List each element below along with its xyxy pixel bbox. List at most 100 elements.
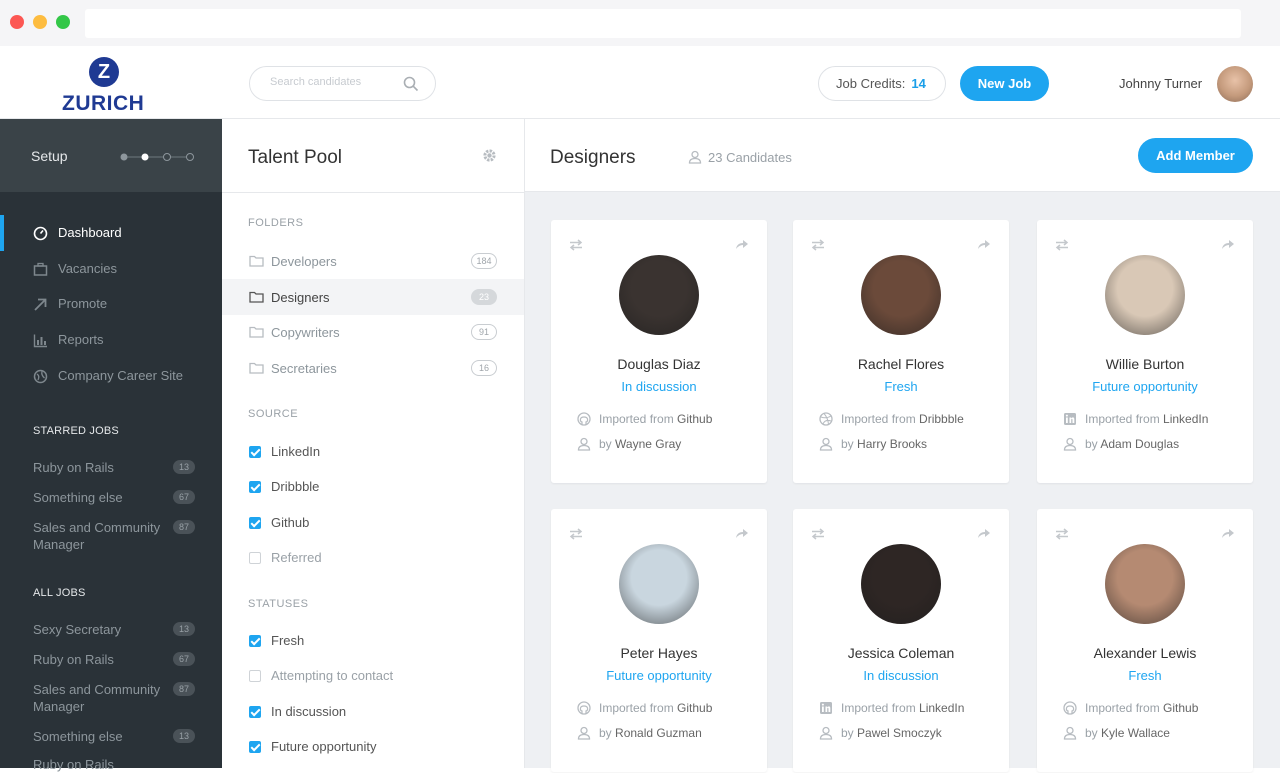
status-filter-in-discussion[interactable]: In discussion (222, 697, 524, 727)
folder-item[interactable]: Developers 184 (222, 243, 524, 279)
candidate-card[interactable]: Alexander Lewis Fresh Imported from Github… (1037, 509, 1253, 772)
github-icon (577, 701, 591, 715)
github-icon (577, 412, 591, 426)
by-prefix: by (599, 726, 612, 740)
swap-icon[interactable] (569, 528, 583, 540)
job-credits[interactable]: Job Credits: 14 (818, 66, 946, 101)
job-label: Something else (33, 490, 123, 505)
by-prefix: by (1085, 726, 1098, 740)
candidate-card[interactable]: Douglas Diaz In discussion Imported from G… (551, 220, 767, 483)
checkbox[interactable] (249, 635, 261, 647)
swap-icon[interactable] (811, 528, 825, 540)
swap-icon[interactable] (1055, 528, 1069, 540)
close-window-button[interactable] (10, 15, 24, 29)
candidate-name[interactable]: Douglas Diaz (551, 356, 767, 372)
job-credits-value: 14 (911, 76, 926, 91)
minimize-window-button[interactable] (33, 15, 47, 29)
referrer-name: Kyle Wallace (1101, 726, 1170, 740)
candidate-card[interactable]: Willie Burton Future opportunity Imported … (1037, 220, 1253, 483)
maximize-window-button[interactable] (56, 15, 70, 29)
swap-icon[interactable] (1055, 239, 1069, 251)
job-item[interactable]: Ruby on Rails (33, 756, 203, 773)
starred-job-item[interactable]: Ruby on Rails 13 (33, 459, 203, 476)
nav-dashboard[interactable]: Dashboard (0, 215, 222, 251)
search-icon[interactable] (403, 76, 419, 92)
nav-promote[interactable]: Promote (0, 286, 222, 322)
user-name[interactable]: Johnny Turner (1119, 76, 1202, 91)
status-filter-fresh[interactable]: Fresh (222, 626, 524, 656)
candidate-avatar[interactable] (861, 544, 941, 624)
referrer-name: Pawel Smoczyk (857, 726, 942, 740)
status-filter-attempting[interactable]: Attempting to contact (222, 661, 524, 691)
nav-vacancies[interactable]: Vacancies (0, 251, 222, 287)
setup-label: Setup (31, 148, 68, 164)
checkbox[interactable] (249, 741, 261, 753)
search-box[interactable] (249, 66, 436, 101)
job-label: Sales and Community Manager (33, 682, 161, 714)
add-member-button[interactable]: Add Member (1138, 138, 1253, 173)
candidate-name[interactable]: Alexander Lewis (1037, 645, 1253, 661)
share-icon[interactable] (735, 527, 749, 539)
candidate-status: Fresh (1128, 668, 1162, 683)
checkbox[interactable] (249, 552, 261, 564)
nav-company-career-site[interactable]: Company Career Site (0, 358, 222, 394)
candidate-name[interactable]: Peter Hayes (551, 645, 767, 661)
candidate-avatar[interactable] (1105, 544, 1185, 624)
candidate-avatar[interactable] (619, 544, 699, 624)
gear-icon[interactable] (482, 148, 497, 163)
starred-job-item[interactable]: Something else 67 (33, 489, 203, 506)
checkbox[interactable] (249, 670, 261, 682)
candidate-name[interactable]: Jessica Coleman (793, 645, 1009, 661)
share-icon[interactable] (977, 527, 991, 539)
nav-label: Company Career Site (58, 368, 183, 383)
job-item[interactable]: Ruby on Rails 67 (33, 651, 203, 668)
candidate-card[interactable]: Jessica Coleman In discussion Imported fro… (793, 509, 1009, 772)
source-filter-dribbble[interactable]: Dribbble (222, 472, 524, 502)
checkbox[interactable] (249, 481, 261, 493)
candidate-card[interactable]: Peter Hayes Future opportunity Imported fr… (551, 509, 767, 772)
status-filter-future[interactable]: Future opportunity (222, 732, 524, 762)
nav-label: Reports (58, 332, 104, 347)
source-filter-github[interactable]: Github (222, 508, 524, 538)
checkbox-label: Github (271, 515, 310, 530)
nav-reports[interactable]: Reports (0, 322, 222, 358)
folder-item[interactable]: Copywriters 91 (222, 314, 524, 350)
folder-label: Designers (271, 290, 330, 305)
user-avatar[interactable] (1217, 66, 1253, 102)
swap-icon[interactable] (811, 239, 825, 251)
source-filter-referred[interactable]: Referred (222, 543, 524, 573)
candidate-avatar[interactable] (1105, 255, 1185, 335)
folder-item[interactable]: Designers 23 (222, 279, 524, 315)
job-item[interactable]: Something else 13 (33, 728, 203, 745)
checkbox[interactable] (249, 706, 261, 718)
share-icon[interactable] (735, 238, 749, 250)
share-icon[interactable] (977, 238, 991, 250)
folder-item[interactable]: Secretaries 16 (222, 350, 524, 386)
checkbox[interactable] (249, 446, 261, 458)
candidate-name[interactable]: Rachel Flores (793, 356, 1009, 372)
zurich-logo[interactable]: Z ZURICH (0, 46, 210, 119)
logo-text: ZURICH (62, 92, 145, 115)
main-content: Designers 23 Candidates Add Member Dougl… (525, 119, 1280, 772)
folder-icon (249, 291, 264, 303)
new-job-button[interactable]: New Job (960, 66, 1049, 101)
checkbox[interactable] (249, 517, 261, 529)
candidate-name[interactable]: Willie Burton (1037, 356, 1253, 372)
starred-job-item[interactable]: Sales and Community Manager 87 (33, 519, 203, 553)
swap-icon[interactable] (569, 239, 583, 251)
share-icon[interactable] (1221, 238, 1235, 250)
job-item[interactable]: Sexy Secretary 13 (33, 621, 203, 638)
candidate-avatar[interactable] (619, 255, 699, 335)
job-count-badge: 67 (173, 652, 195, 666)
candidate-card[interactable]: Rachel Flores Fresh Imported from Dribbble… (793, 220, 1009, 483)
candidate-status: In discussion (863, 668, 939, 683)
source-filter-linkedin[interactable]: LinkedIn (222, 437, 524, 467)
job-item[interactable]: Sales and Community Manager 87 (33, 681, 203, 715)
job-label: Ruby on Rails (33, 652, 114, 667)
share-icon[interactable] (1221, 527, 1235, 539)
search-input[interactable] (270, 76, 400, 88)
setup-section[interactable]: Setup (0, 119, 222, 192)
address-bar[interactable] (85, 9, 1241, 38)
sidebar: Setup Dashboard Vacancies Promote Report… (0, 119, 222, 772)
candidate-avatar[interactable] (861, 255, 941, 335)
